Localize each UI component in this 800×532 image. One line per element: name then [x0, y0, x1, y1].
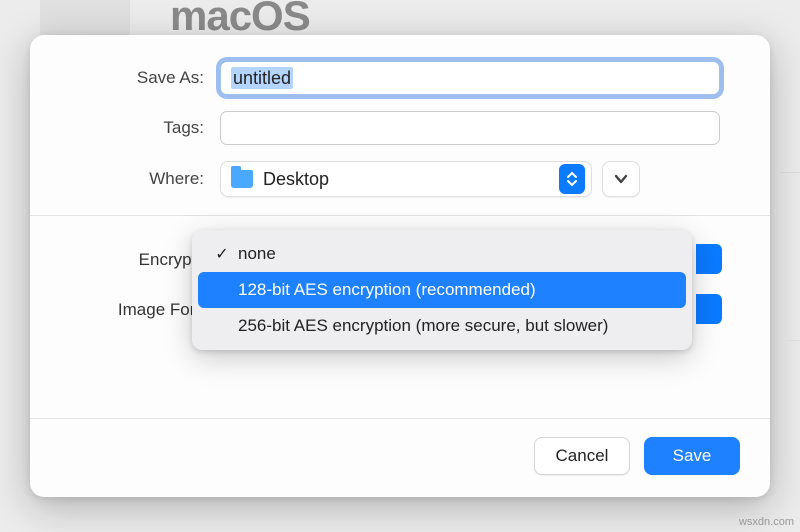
- cancel-button[interactable]: Cancel: [534, 437, 630, 475]
- chevron-down-icon: [613, 173, 629, 185]
- encryption-option-256bit[interactable]: 256-bit AES encryption (more secure, but…: [198, 308, 686, 344]
- checkmark-icon: ✓: [212, 244, 232, 264]
- encryption-popup-stepper-icon: [696, 244, 722, 274]
- save-dialog-sheet: Save As: untitled Tags: Where: Desktop: [30, 35, 770, 497]
- watermark: wsxdn.com: [739, 516, 794, 528]
- save-as-input[interactable]: untitled: [220, 61, 720, 95]
- divider: [30, 215, 770, 216]
- image-format-popup-stepper-icon: [696, 294, 722, 324]
- encryption-option-none[interactable]: ✓ none: [198, 236, 686, 272]
- encryption-option-128bit[interactable]: 128-bit AES encryption (recommended): [198, 272, 686, 308]
- where-label: Where:: [80, 169, 220, 189]
- encryption-dropdown-menu: ✓ none 128-bit AES encryption (recommend…: [192, 230, 692, 350]
- where-popup[interactable]: Desktop: [220, 161, 592, 197]
- expand-dialog-button[interactable]: [602, 161, 640, 197]
- background-window-title: macOS: [170, 0, 310, 40]
- dialog-footer: Cancel Save: [30, 418, 770, 497]
- save-as-label: Save As:: [80, 68, 220, 88]
- options-section: Encryption Image Forma ✓ none 128-bit AE…: [30, 222, 770, 370]
- save-button[interactable]: Save: [644, 437, 740, 475]
- updown-stepper-icon: [559, 164, 585, 194]
- save-name-section: Save As: untitled Tags: Where: Desktop: [30, 35, 770, 209]
- tags-input[interactable]: [220, 111, 720, 145]
- tags-label: Tags:: [80, 118, 220, 138]
- folder-icon: [231, 170, 253, 188]
- background-disk-icon: [40, 0, 130, 40]
- where-value: Desktop: [263, 169, 329, 190]
